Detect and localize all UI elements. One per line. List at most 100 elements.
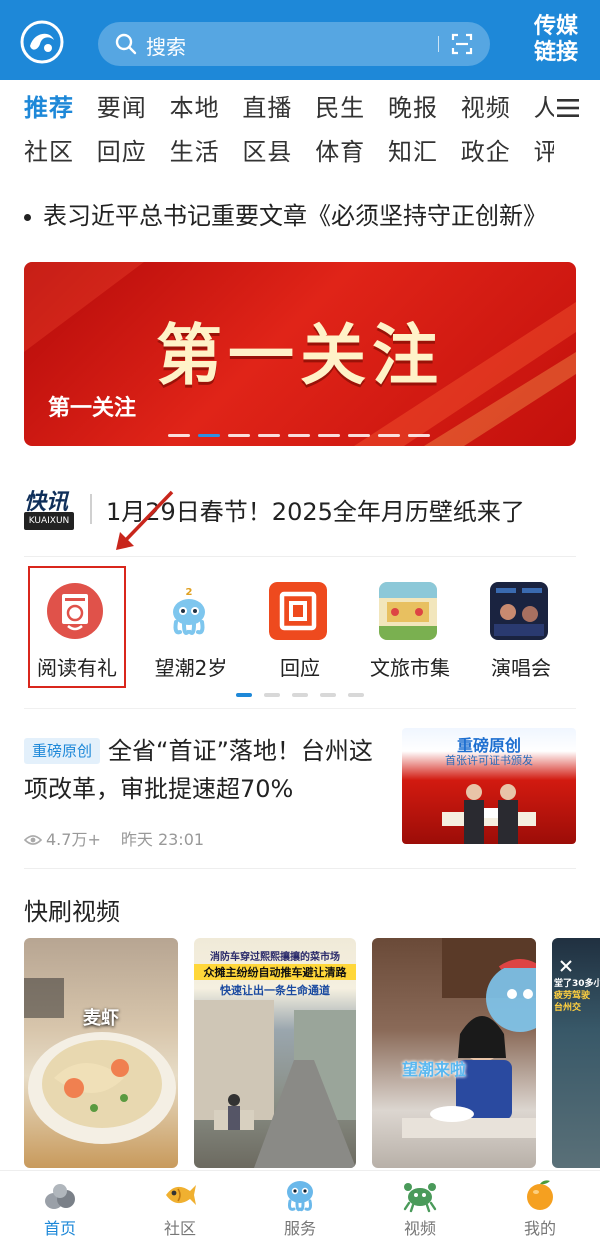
tab-label: 社区 <box>163 1219 196 1238</box>
community-fish-icon <box>166 1185 196 1205</box>
headline-ticker[interactable]: 表习近平总书记重要文章《必须坚持守正创新》 <box>24 196 584 236</box>
top-bar: 搜索 传媒 链接 <box>0 0 600 80</box>
news-thumbnail[interactable]: 重磅原创 首张许可证书颁发 <box>402 728 576 844</box>
shortcut-label: 文旅市集 <box>370 656 450 680</box>
concert-icon <box>490 582 548 640</box>
kuaixun-news-text[interactable]: 1月29日春节！2025全年月历壁纸来了 <box>106 492 586 527</box>
thumb-people-image <box>442 784 536 844</box>
menu-icon[interactable] <box>556 96 580 120</box>
video-caption-line3: 快速让出一条生命通道 <box>220 984 330 997</box>
views-eye-icon <box>24 835 42 845</box>
news-tag-badge: 重磅原创 <box>24 738 101 764</box>
video-caption-line2: 众摊主纷纷自动推车避让清路 <box>194 964 356 980</box>
banner-dot <box>348 434 370 437</box>
video-thumb-girl-eating <box>402 938 536 1138</box>
banner-title: 第一关注 <box>156 316 444 394</box>
video-crab-icon <box>403 1183 437 1213</box>
banner-pager <box>168 434 438 438</box>
video-card-partial[interactable]: 堂了30多小 疲劳驾驶 台州交 <box>552 938 600 1168</box>
video-card[interactable]: 望潮来啦 <box>372 938 536 1168</box>
pager-dot <box>348 693 364 697</box>
annotation-arrow-icon <box>116 490 174 550</box>
kuaixun-divider <box>90 494 92 524</box>
channel-tab[interactable]: 直播 <box>242 88 315 123</box>
bottom-tab-bar: 首页 社区 服务 视频 我的 <box>0 1170 600 1243</box>
shortcut-label: 望潮2岁 <box>154 656 228 680</box>
svg-text:2: 2 <box>186 587 193 598</box>
channel-tab[interactable]: 生活 <box>170 132 243 167</box>
pager-dot <box>264 693 280 697</box>
channel-tab[interactable]: 本地 <box>170 88 243 123</box>
tab-label: 首页 <box>43 1219 76 1238</box>
banner-dot <box>378 434 400 437</box>
app-logo-icon[interactable] <box>20 20 64 64</box>
divider <box>24 868 576 869</box>
news-views: 4.7万+ <box>46 830 101 849</box>
scan-icon[interactable] <box>450 32 474 56</box>
banner-dot <box>318 434 340 437</box>
news-meta: 4.7万+ 昨天 23:01 <box>24 826 204 850</box>
tab-video[interactable]: 视频 <box>360 1171 480 1243</box>
tab-label: 我的 <box>523 1219 556 1238</box>
banner-dot <box>288 434 310 437</box>
video-overlay-text: 望潮来啦 <box>402 1060 467 1079</box>
tab-home[interactable]: 首页 <box>0 1171 120 1243</box>
channel-nav-row2: 社区 回应 生活 区县 体育 知汇 政企评 <box>24 132 554 172</box>
brand-link-button[interactable]: 传媒 链接 <box>526 14 586 66</box>
thumb-subtitle: 首张许可证书颁发 <box>445 754 533 767</box>
channel-tab[interactable]: 知汇 <box>388 132 461 167</box>
channel-tab[interactable]: 民生 <box>315 88 388 123</box>
shortcut-market[interactable]: 文旅市集 <box>355 570 465 688</box>
banner-dot <box>228 434 250 437</box>
video-thumb-noodles <box>24 978 176 1144</box>
shortcut-reply[interactable]: 回应 <box>245 570 355 688</box>
channel-nav-row1: 推荐 要闻 本地 直播 民生 晚报 视频人 <box>24 88 554 128</box>
tab-label: 服务 <box>283 1219 316 1238</box>
headline-text: 表习近平总书记重要文章《必须坚持守正创新》 <box>43 202 547 230</box>
tab-community[interactable]: 社区 <box>120 1171 240 1243</box>
close-icon[interactable] <box>558 958 574 974</box>
hero-banner[interactable]: 第一关注 第一关注 <box>24 262 576 446</box>
video-caption-line3: 台州交 <box>554 1003 582 1013</box>
video-caption-line1: 消防车穿过熙熙攘攘的菜市场 <box>210 952 340 963</box>
tab-label: 视频 <box>403 1219 436 1238</box>
mascot-icon: 2 <box>160 582 218 640</box>
channel-tab[interactable]: 晚报 <box>388 88 461 123</box>
video-card[interactable]: 消防车穿过熙熙攘攘的菜市场 众摊主纷纷自动推车避让清路 快速让出一条生命通道 <box>194 938 356 1168</box>
bullet-dot <box>24 213 31 221</box>
channel-tab[interactable]: 体育 <box>315 132 388 167</box>
channel-tab[interactable]: 视频 <box>461 88 534 123</box>
channel-tab[interactable]: 区县 <box>242 132 315 167</box>
pager-dot <box>292 693 308 697</box>
shortcut-pager <box>236 693 376 697</box>
video-caption: 麦虾 <box>83 1008 119 1029</box>
news-card-title[interactable]: 重磅原创 全省“首证”落地！台州这项改革，审批提速超70% <box>24 732 386 808</box>
banner-dot <box>258 434 280 437</box>
banner-dot-active <box>198 434 220 437</box>
channel-tab[interactable]: 要闻 <box>97 88 170 123</box>
brand-line1: 传媒 <box>533 14 578 39</box>
divider <box>24 708 576 709</box>
shortcut-mascot[interactable]: 2 望潮2岁 <box>136 570 246 688</box>
reply-icon <box>269 582 327 640</box>
channel-tab[interactable]: 评 <box>534 132 554 167</box>
video-card[interactable]: 麦虾 <box>24 938 178 1168</box>
channel-tab[interactable]: 人 <box>534 88 554 123</box>
channel-tab[interactable]: 社区 <box>24 132 97 167</box>
divider <box>24 556 576 557</box>
brand-line2: 链接 <box>533 40 578 65</box>
search-divider <box>438 36 439 52</box>
home-icon <box>45 1184 75 1209</box>
video-thumb-market-street <box>194 1000 356 1168</box>
search-placeholder: 搜索 <box>146 35 186 59</box>
search-bar[interactable]: 搜索 <box>98 22 490 66</box>
kuaixun-logo-sub: KUAIXUN <box>24 512 74 530</box>
channel-tab[interactable]: 政企 <box>461 132 534 167</box>
tab-service[interactable]: 服务 <box>240 1171 360 1243</box>
section-title-videos: 快刷视频 <box>24 898 120 926</box>
channel-tab[interactable]: 推荐 <box>24 88 97 123</box>
channel-tab[interactable]: 回应 <box>97 132 170 167</box>
tab-mine[interactable]: 我的 <box>480 1171 600 1243</box>
banner-caption: 第一关注 <box>48 396 137 421</box>
shortcut-concert[interactable]: 演唱会 <box>466 570 576 688</box>
